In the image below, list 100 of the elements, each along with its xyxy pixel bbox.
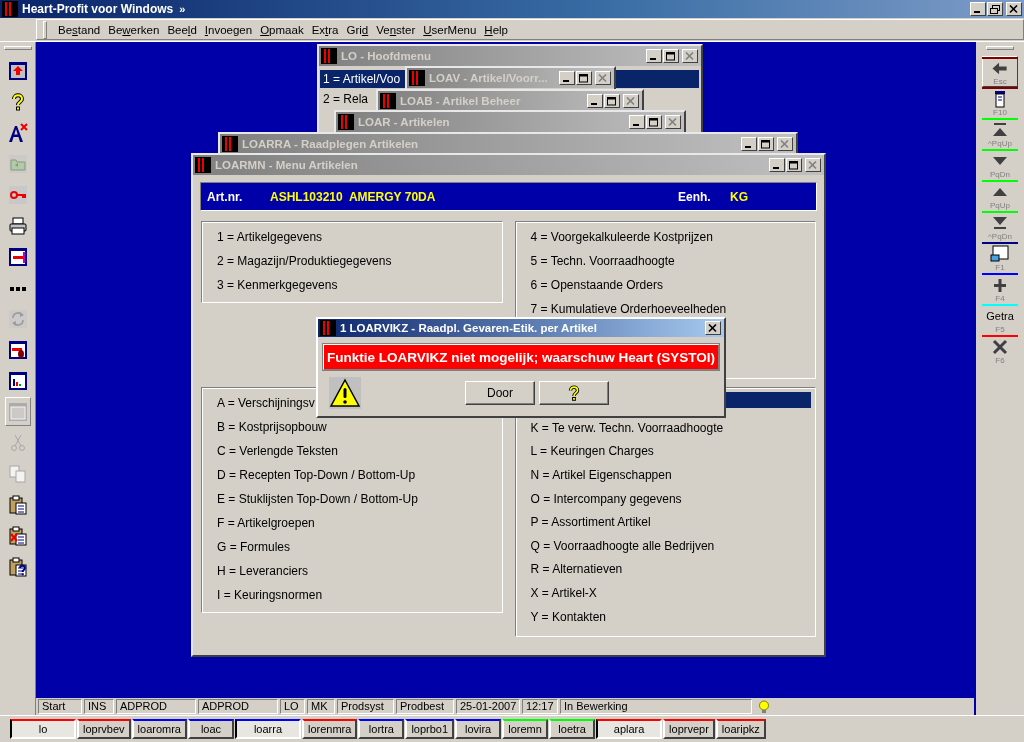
menu-item[interactable]: Venster [372,23,420,36]
menu-option[interactable]: L = Keuringen Charges [530,444,654,459]
menu-option[interactable]: A = Verschijningsv [217,396,315,410]
window-up-icon[interactable] [7,60,28,81]
menu-option[interactable]: E = Stuklijsten Top-Down / Bottom-Up [217,492,418,506]
close-icon [808,160,818,170]
window-form-icon[interactable] [7,246,28,267]
menu-option[interactable]: 4 = Voorgekalkuleerde Kostprijzen [530,230,713,244]
window-tab[interactable]: lorenmra [302,719,358,739]
minimize-button[interactable] [970,2,986,16]
menu-option[interactable]: R = Alternatieven [530,562,623,577]
paste-x-icon[interactable] [7,525,28,546]
window-tab[interactable]: loetra [549,719,596,739]
window-tab[interactable]: loremn [502,719,549,739]
app-title: Heart-Profit voor Windows [22,2,174,16]
chevron-button[interactable]: » [179,3,186,15]
menu-option[interactable]: I = Keuringsnormen [217,588,323,602]
close-icon [668,117,678,127]
minimize-icon [563,80,569,82]
first-page-icon [990,121,1010,139]
key-label: PqDn [990,170,1010,179]
close-icon [1009,4,1019,14]
restore-button[interactable] [987,2,1003,16]
maximize-icon [789,160,799,170]
window-tab[interactable]: loprbo1 [405,719,455,739]
button-caption: Getra [986,309,1014,324]
window-tab[interactable]: loprvbev [77,719,131,739]
menu-option[interactable]: 2 = Magazijn/Produktiegegevens [217,254,392,268]
menu-option[interactable]: P = Assortiment Artikel [530,515,651,530]
article-label: Art.nr. [207,189,244,204]
menu-option[interactable]: 1 = Artikel/Voo [320,70,405,88]
app-logo-icon [321,48,337,64]
menu-option[interactable]: B = Kostprijsopbouw [217,420,327,434]
window-mouse-icon[interactable] [7,339,28,360]
key-label: F4 [995,294,1005,303]
lightbulb-icon [757,699,771,714]
minimize-icon [591,103,597,105]
window-tab[interactable]: lovira [455,719,502,739]
window-tab[interactable]: loaromra [131,719,187,739]
error-message: Funktie LOARVIKZ niet mogelijk; waarschuw Heart (SYSTOI) [323,344,719,370]
menu-option[interactable]: Q = Voorraadhoogte alle Bedrijven [530,538,715,553]
dialog-title: 1 LOARVIKZ - Raadpl. Gevaren-Etik. per Artikel [340,322,597,334]
continue-button[interactable]: Door [465,381,535,405]
menu-option[interactable]: 5 = Techn. Voorraadhoogte [530,254,675,268]
menu-option[interactable]: O = Intercompany gegevens [530,491,682,506]
maximize-icon [579,73,589,83]
menu-option[interactable]: F = Artikelgroepen [217,516,315,530]
window-title: LOAB - Artikel Beheer [400,95,521,107]
window-tab[interactable]: loaripkz [715,719,766,739]
warning-icon [329,377,361,409]
menu-option[interactable]: H = Leveranciers [217,564,309,578]
menu-item[interactable]: Bestand [54,23,105,36]
menu-option[interactable]: N = Artikel Eigenschappen [530,468,672,482]
menu-option[interactable]: G = Formules [217,540,291,554]
menu-item[interactable]: Opmaak [256,23,308,36]
close-icon [780,139,790,149]
window-tab[interactable]: lortra [358,719,405,739]
menu-item[interactable]: Beeld [163,23,201,36]
window-tab[interactable]: loac [188,719,234,739]
paste-question-icon[interactable] [7,556,28,577]
menu-option[interactable]: K = Te verw. Techn. Voorraadhoogte [530,420,724,435]
menu-option[interactable]: X = Artikel-X [530,585,597,600]
menu-option[interactable]: 2 = Rela [320,90,376,108]
key-label: ^PqUp [988,139,1012,148]
menu-item[interactable]: Extra [307,23,343,36]
window-tab[interactable]: aplara [596,719,663,739]
app-logo-icon [320,320,336,336]
menu-item[interactable]: Invoegen [200,23,257,36]
function-key-button[interactable]: Getra F5 [982,304,1018,335]
menu-option[interactable]: Y = Kontakten [530,609,606,624]
font-x-icon[interactable] [7,122,28,143]
key-icon[interactable] [7,184,28,205]
printer-icon[interactable] [7,215,28,236]
help-button[interactable] [539,381,609,405]
menu-option[interactable]: 6 = Openstaande Orders [530,278,663,292]
menu-option[interactable]: 7 = Kumulatieve Orderhoeveelheden [530,302,727,316]
menu-option[interactable]: 3 = Kenmerkgegevens [217,278,338,292]
menu-item[interactable]: Grid [342,23,373,36]
window-tab[interactable]: loprvepr [663,719,715,739]
menu-option[interactable]: C = Verlengde Teksten [217,444,338,458]
menu-item[interactable]: Bewerken [104,23,164,36]
window-title: LOARRA - Raadplegen Artikelen [242,138,419,150]
close-button[interactable] [1006,2,1022,16]
window-title: LOAV - Artikel/Voorr... [429,72,548,84]
menu-item[interactable]: UserMenu [419,23,481,36]
maximize-icon [649,117,659,127]
minimize-icon [773,167,779,169]
window-tab[interactable]: loarra [235,719,301,739]
window-tab[interactable]: lo [10,719,76,739]
menu-item[interactable]: Help [480,23,512,36]
window-chart-icon[interactable] [7,370,28,391]
menu-option[interactable]: D = Recepten Top-Down / Bottom-Up [217,468,416,482]
paste-icon[interactable] [7,494,28,515]
status-field: Prodbest [396,699,454,714]
status-field: INS [84,699,114,714]
question-icon [568,385,580,401]
maximize-icon [666,51,676,61]
menu-option[interactable]: 1 = Artikelgegevens [217,230,323,244]
close-button[interactable] [705,321,721,335]
minimize-icon [633,124,639,126]
